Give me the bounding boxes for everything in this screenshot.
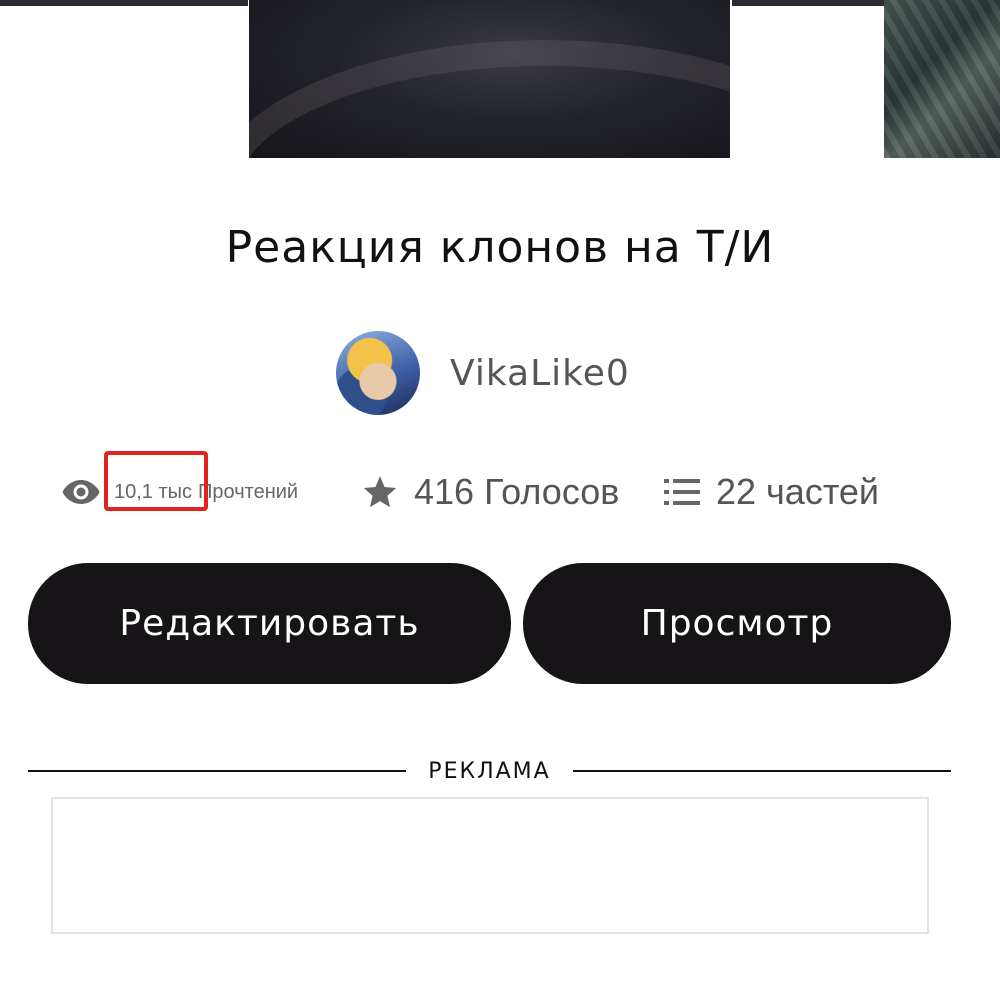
- list-icon: [664, 477, 700, 507]
- parts-stat[interactable]: 22 частей: [664, 460, 879, 524]
- ad-container[interactable]: [51, 797, 929, 934]
- votes-count: 416 Голосов: [414, 471, 620, 512]
- edit-button[interactable]: Редактировать: [28, 563, 511, 684]
- story-stats: 10,1 тыс Прочтений 416 Голосов 22 частей: [62, 450, 942, 524]
- ad-label: РЕКЛАМА: [428, 758, 551, 784]
- ad-divider-line-right: [572, 770, 952, 772]
- star-icon: [362, 475, 398, 509]
- reads-count: 10,1 тыс: [104, 450, 208, 511]
- author-name[interactable]: VikaLike0: [450, 353, 630, 394]
- eye-icon: [62, 479, 100, 505]
- author-row[interactable]: VikaLike0: [336, 331, 630, 415]
- reads-label: Прочтений: [198, 480, 299, 503]
- cover-strip-mid: [732, 0, 884, 6]
- view-button[interactable]: Просмотр: [523, 563, 951, 684]
- ad-divider-line-left: [28, 770, 407, 772]
- ad-divider: РЕКЛАМА: [28, 758, 952, 784]
- parts-count[interactable]: 22 частей: [716, 471, 879, 513]
- story-details-page: Реакция клонов на Т/И VikaLike0 10,1 тыс…: [0, 0, 1000, 1000]
- cover-strip-left: [0, 0, 248, 6]
- next-cover-image[interactable]: [884, 0, 1000, 158]
- story-title: Реакция клонов на Т/И: [225, 222, 775, 273]
- reads-stat: 10,1 тыс Прочтений: [62, 450, 299, 524]
- story-cover-image[interactable]: [249, 0, 730, 158]
- votes-stat: 416 Голосов: [362, 460, 619, 524]
- author-avatar[interactable]: [336, 331, 420, 415]
